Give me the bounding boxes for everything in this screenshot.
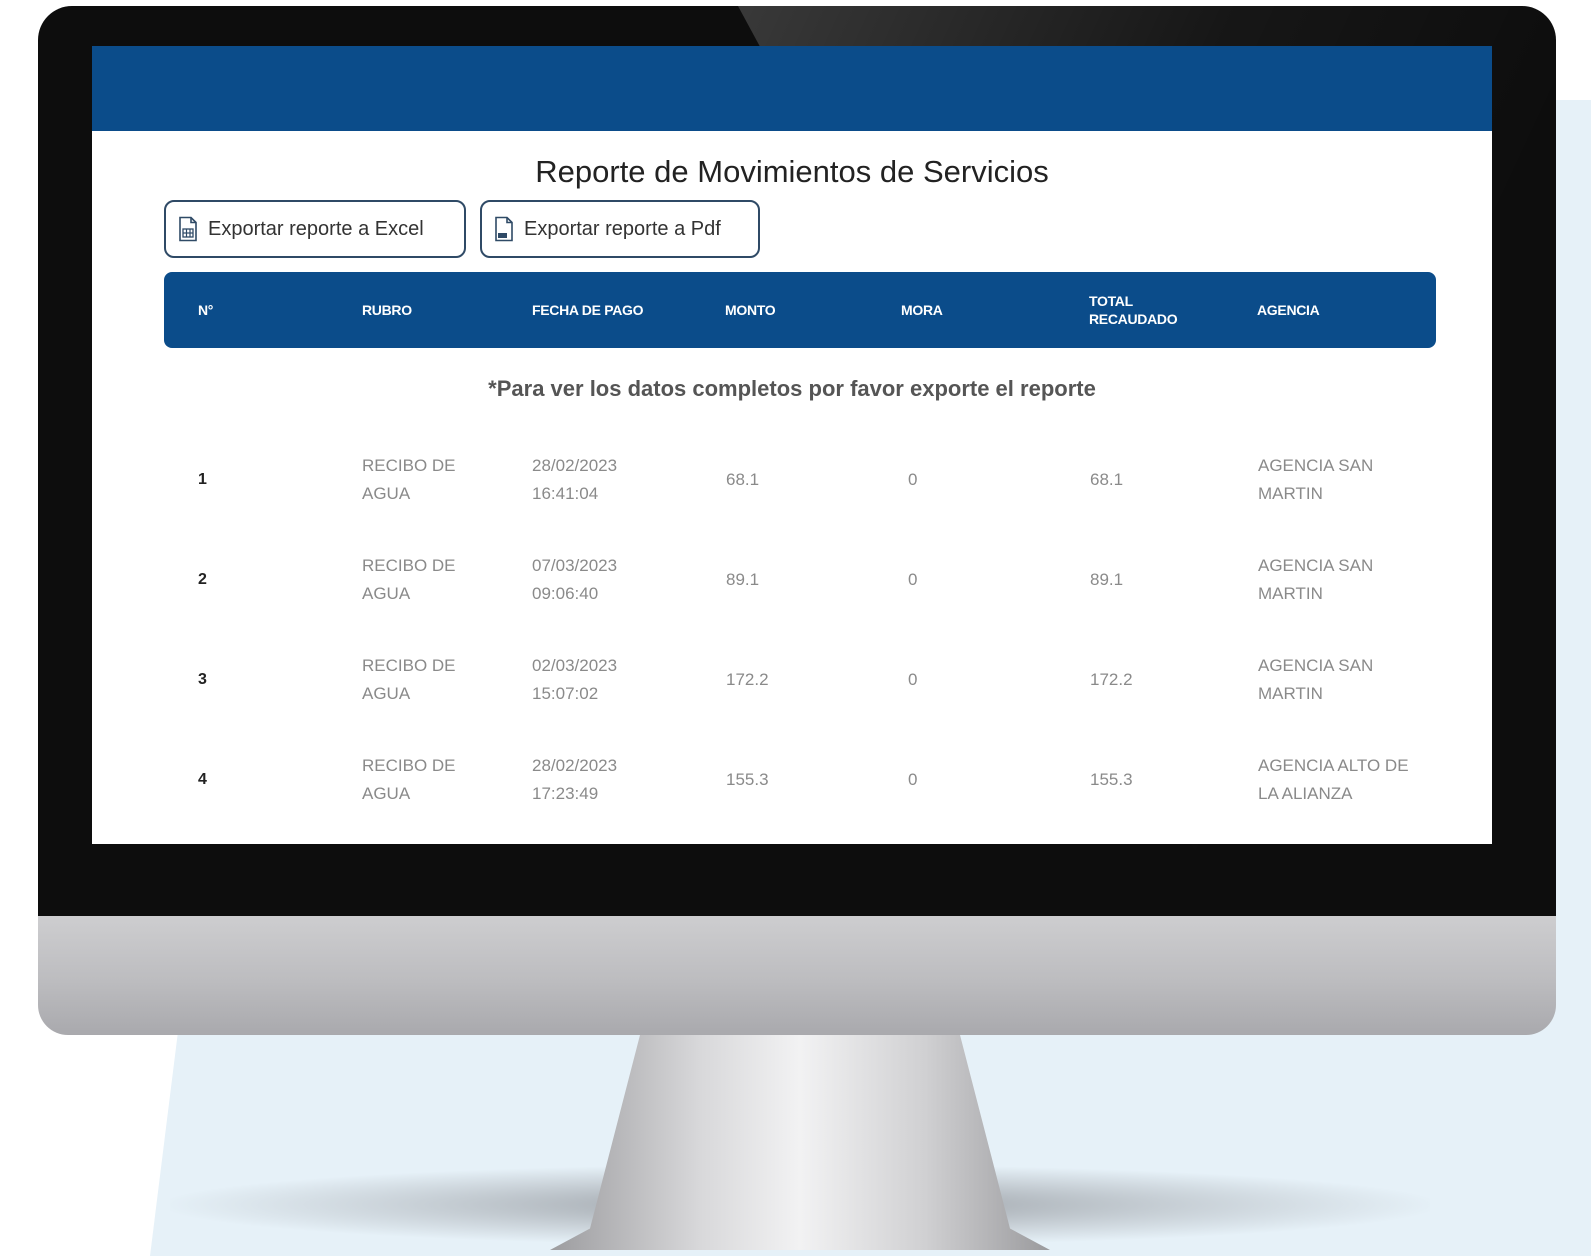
table-row: 2 RECIBO DE AGUA 07/03/2023 09:06:40 89.… (92, 540, 1492, 620)
cell-mora: 0 (908, 770, 918, 789)
cell-rubro: RECIBO DE AGUA (362, 456, 456, 503)
cell-mora: 0 (908, 670, 918, 689)
column-header-rubro: RUBRO (362, 302, 412, 318)
column-header-agencia: AGENCIA (1257, 302, 1320, 318)
cell-fecha-de-pago: 02/03/2023 15:07:02 (532, 656, 618, 703)
cell-monto: 155.3 (726, 770, 769, 789)
cell-number: 4 (198, 771, 207, 788)
table-row: 1 RECIBO DE AGUA 28/02/2023 16:41:04 68.… (92, 440, 1492, 520)
cell-fecha-de-pago: 28/02/2023 16:41:04 (532, 456, 618, 503)
cell-agencia: AGENCIA ALTO DE LA ALIANZA (1258, 756, 1409, 803)
monitor-screen: Reporte de Movimientos de Servicios Expo… (92, 46, 1492, 844)
column-header-total-recaudado: TOTAL RECAUDADO (1089, 293, 1178, 327)
cell-mora: 0 (908, 470, 918, 489)
pdf-file-icon (495, 216, 513, 242)
monitor-chin (38, 910, 1556, 1035)
cell-total-recaudado: 155.3 (1090, 770, 1133, 789)
cell-mora: 0 (908, 570, 918, 589)
cell-number: 2 (198, 571, 207, 588)
cell-total-recaudado: 172.2 (1090, 670, 1133, 689)
cell-agencia: AGENCIA SAN MARTIN (1258, 556, 1374, 603)
column-header-monto: MONTO (725, 302, 776, 318)
cell-monto: 172.2 (726, 670, 769, 689)
cell-fecha-de-pago: 07/03/2023 09:06:40 (532, 556, 618, 603)
cell-rubro: RECIBO DE AGUA (362, 656, 456, 703)
cell-agencia: AGENCIA SAN MARTIN (1258, 656, 1374, 703)
export-pdf-label: Exportar reporte a Pdf (524, 217, 721, 240)
cell-rubro: RECIBO DE AGUA (362, 556, 456, 603)
cell-monto: 89.1 (726, 570, 760, 589)
column-header-mora: MORA (901, 302, 943, 318)
column-header-number: N° (198, 302, 214, 318)
export-excel-label: Exportar reporte a Excel (208, 217, 424, 240)
cell-agencia: AGENCIA SAN MARTIN (1258, 456, 1374, 503)
export-excel-button[interactable]: Exportar reporte a Excel (164, 200, 466, 258)
cell-number: 3 (198, 671, 207, 688)
table-row: 4 RECIBO DE AGUA 28/02/2023 17:23:49 155… (92, 740, 1492, 820)
table-header: N° RUBRO FECHA DE PAGO MONTO MORA TOTAL … (164, 272, 1436, 348)
export-pdf-button[interactable]: Exportar reporte a Pdf (480, 200, 760, 258)
table-row: 3 RECIBO DE AGUA 02/03/2023 15:07:02 172… (92, 640, 1492, 720)
cell-total-recaudado: 68.1 (1090, 470, 1124, 489)
spreadsheet-file-icon (179, 216, 197, 242)
export-notice: *Para ver los datos completos por favor … (488, 376, 1096, 401)
column-header-fecha-de-pago: FECHA DE PAGO (532, 302, 644, 318)
cell-number: 1 (198, 471, 207, 488)
page-title: Reporte de Movimientos de Servicios (535, 154, 1049, 189)
cell-total-recaudado: 89.1 (1090, 570, 1124, 589)
app-header-bar (92, 46, 1492, 131)
cell-fecha-de-pago: 28/02/2023 17:23:49 (532, 756, 618, 803)
cell-rubro: RECIBO DE AGUA (362, 756, 456, 803)
cell-monto: 68.1 (726, 470, 760, 489)
